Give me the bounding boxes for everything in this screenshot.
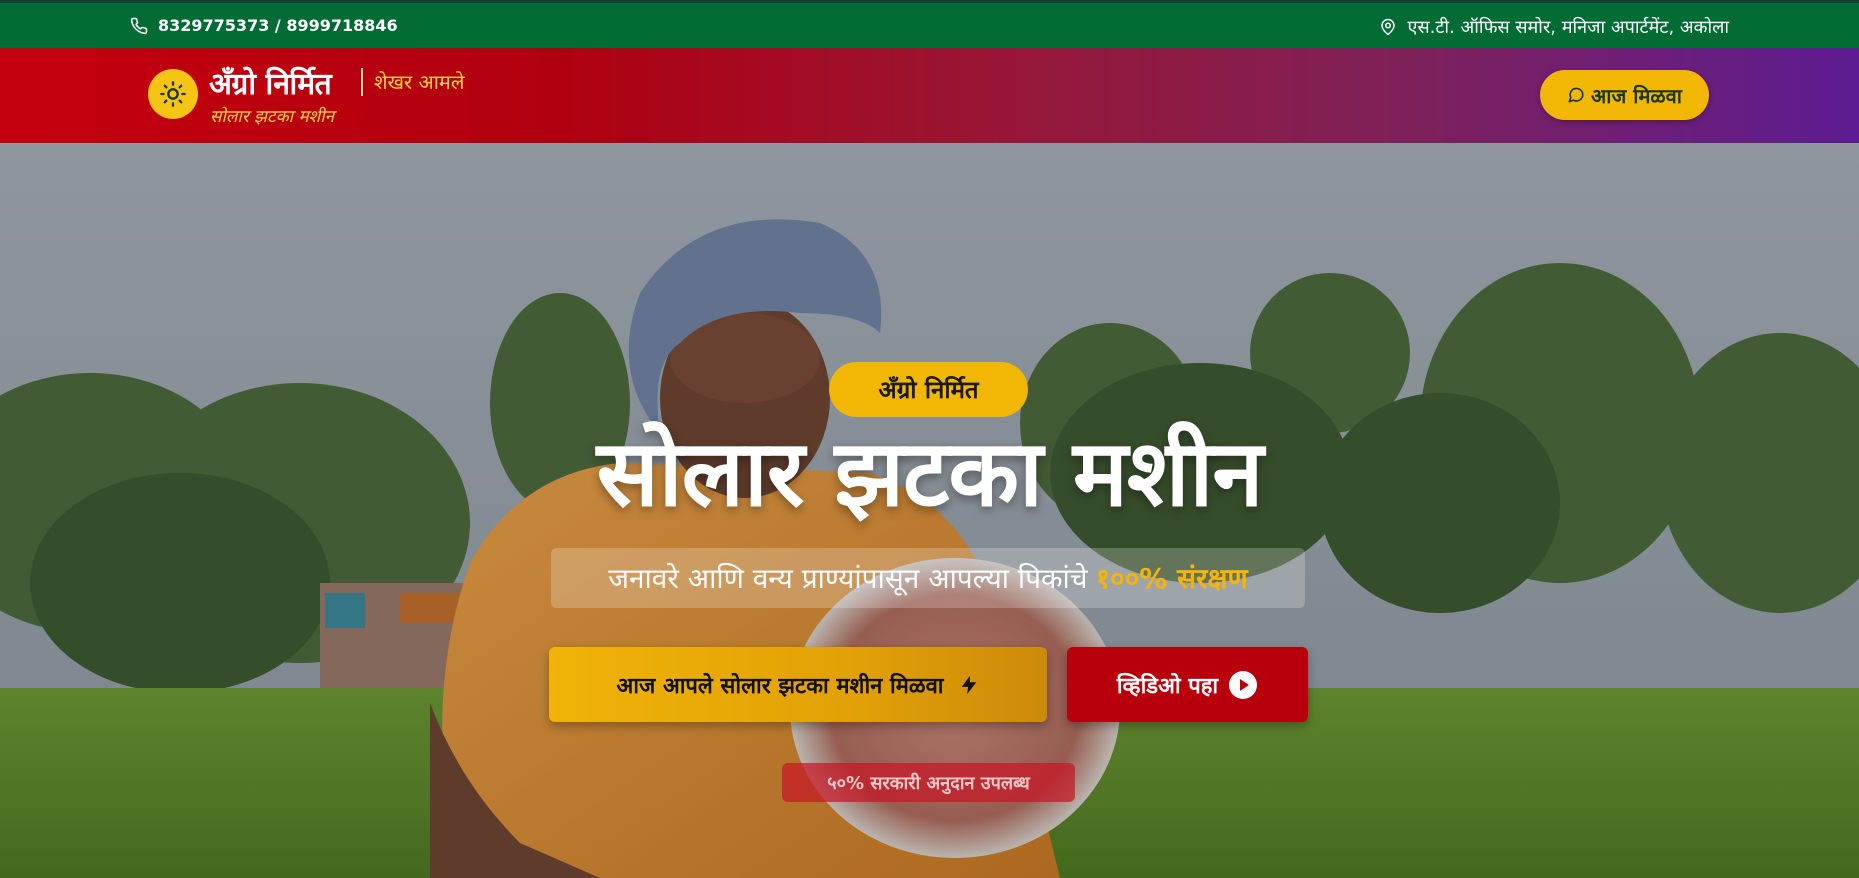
hero-subtitle-text: जनावरे आणि वन्य प्राण्यांपासून आपल्या पि…	[608, 562, 1088, 595]
play-circle-icon	[1228, 670, 1258, 700]
site-header: अँग्रो निर्मित शेखर आमले सोलार झटका मशीन…	[0, 48, 1859, 143]
watch-video-label: व्हिडिओ पहा	[1116, 673, 1219, 699]
contact-bar: 8329775373 / 8999718846 एस.टी. ऑफिस समोर…	[0, 0, 1859, 48]
watch-video-button[interactable]: व्हिडिओ पहा	[1067, 647, 1308, 722]
hero-subtitle-highlight: १००% संरक्षण	[1095, 562, 1248, 595]
logo[interactable]	[148, 69, 198, 119]
subsidy-badge: ५०% सरकारी अनुदान उपलब्ध	[782, 763, 1075, 802]
get-machine-button[interactable]: आज आपले सोलार झटका मशीन मिळवा	[549, 647, 1047, 722]
address: एस.टी. ऑफिस समोर, मनिजा अपार्टमेंट, अकोल…	[1379, 15, 1729, 39]
get-today-label: आज मिळवा	[1591, 83, 1682, 108]
brand-tagline: सोलार झटका मशीन	[210, 107, 335, 127]
brand-owner: शेखर आमले	[374, 70, 465, 94]
brand-name[interactable]: अँग्रो निर्मित	[209, 62, 332, 103]
phone-link[interactable]: 8329775373 / 8999718846	[130, 16, 398, 35]
brand-divider	[361, 68, 363, 96]
phone-icon	[130, 17, 148, 35]
phone-numbers: 8329775373 / 8999718846	[158, 16, 398, 35]
get-machine-label: आज आपले सोलार झटका मशीन मिळवा	[616, 673, 944, 699]
hero-title: सोलार झटका मशीन	[596, 420, 1264, 527]
sun-icon	[160, 81, 186, 107]
hero-section: अँग्रो निर्मित सोलार झटका मशीन जनावरे आण…	[0, 143, 1859, 878]
lightning-bolt-icon	[958, 672, 980, 698]
hero-badge: अँग्रो निर्मित	[829, 362, 1028, 417]
chat-bubble-icon	[1567, 86, 1585, 104]
location-pin-icon	[1379, 17, 1397, 37]
get-today-button[interactable]: आज मिळवा	[1540, 70, 1709, 120]
hero-subtitle: जनावरे आणि वन्य प्राण्यांपासून आपल्या पि…	[551, 548, 1305, 608]
address-text: एस.टी. ऑफिस समोर, मनिजा अपार्टमेंट, अकोल…	[1407, 17, 1729, 38]
